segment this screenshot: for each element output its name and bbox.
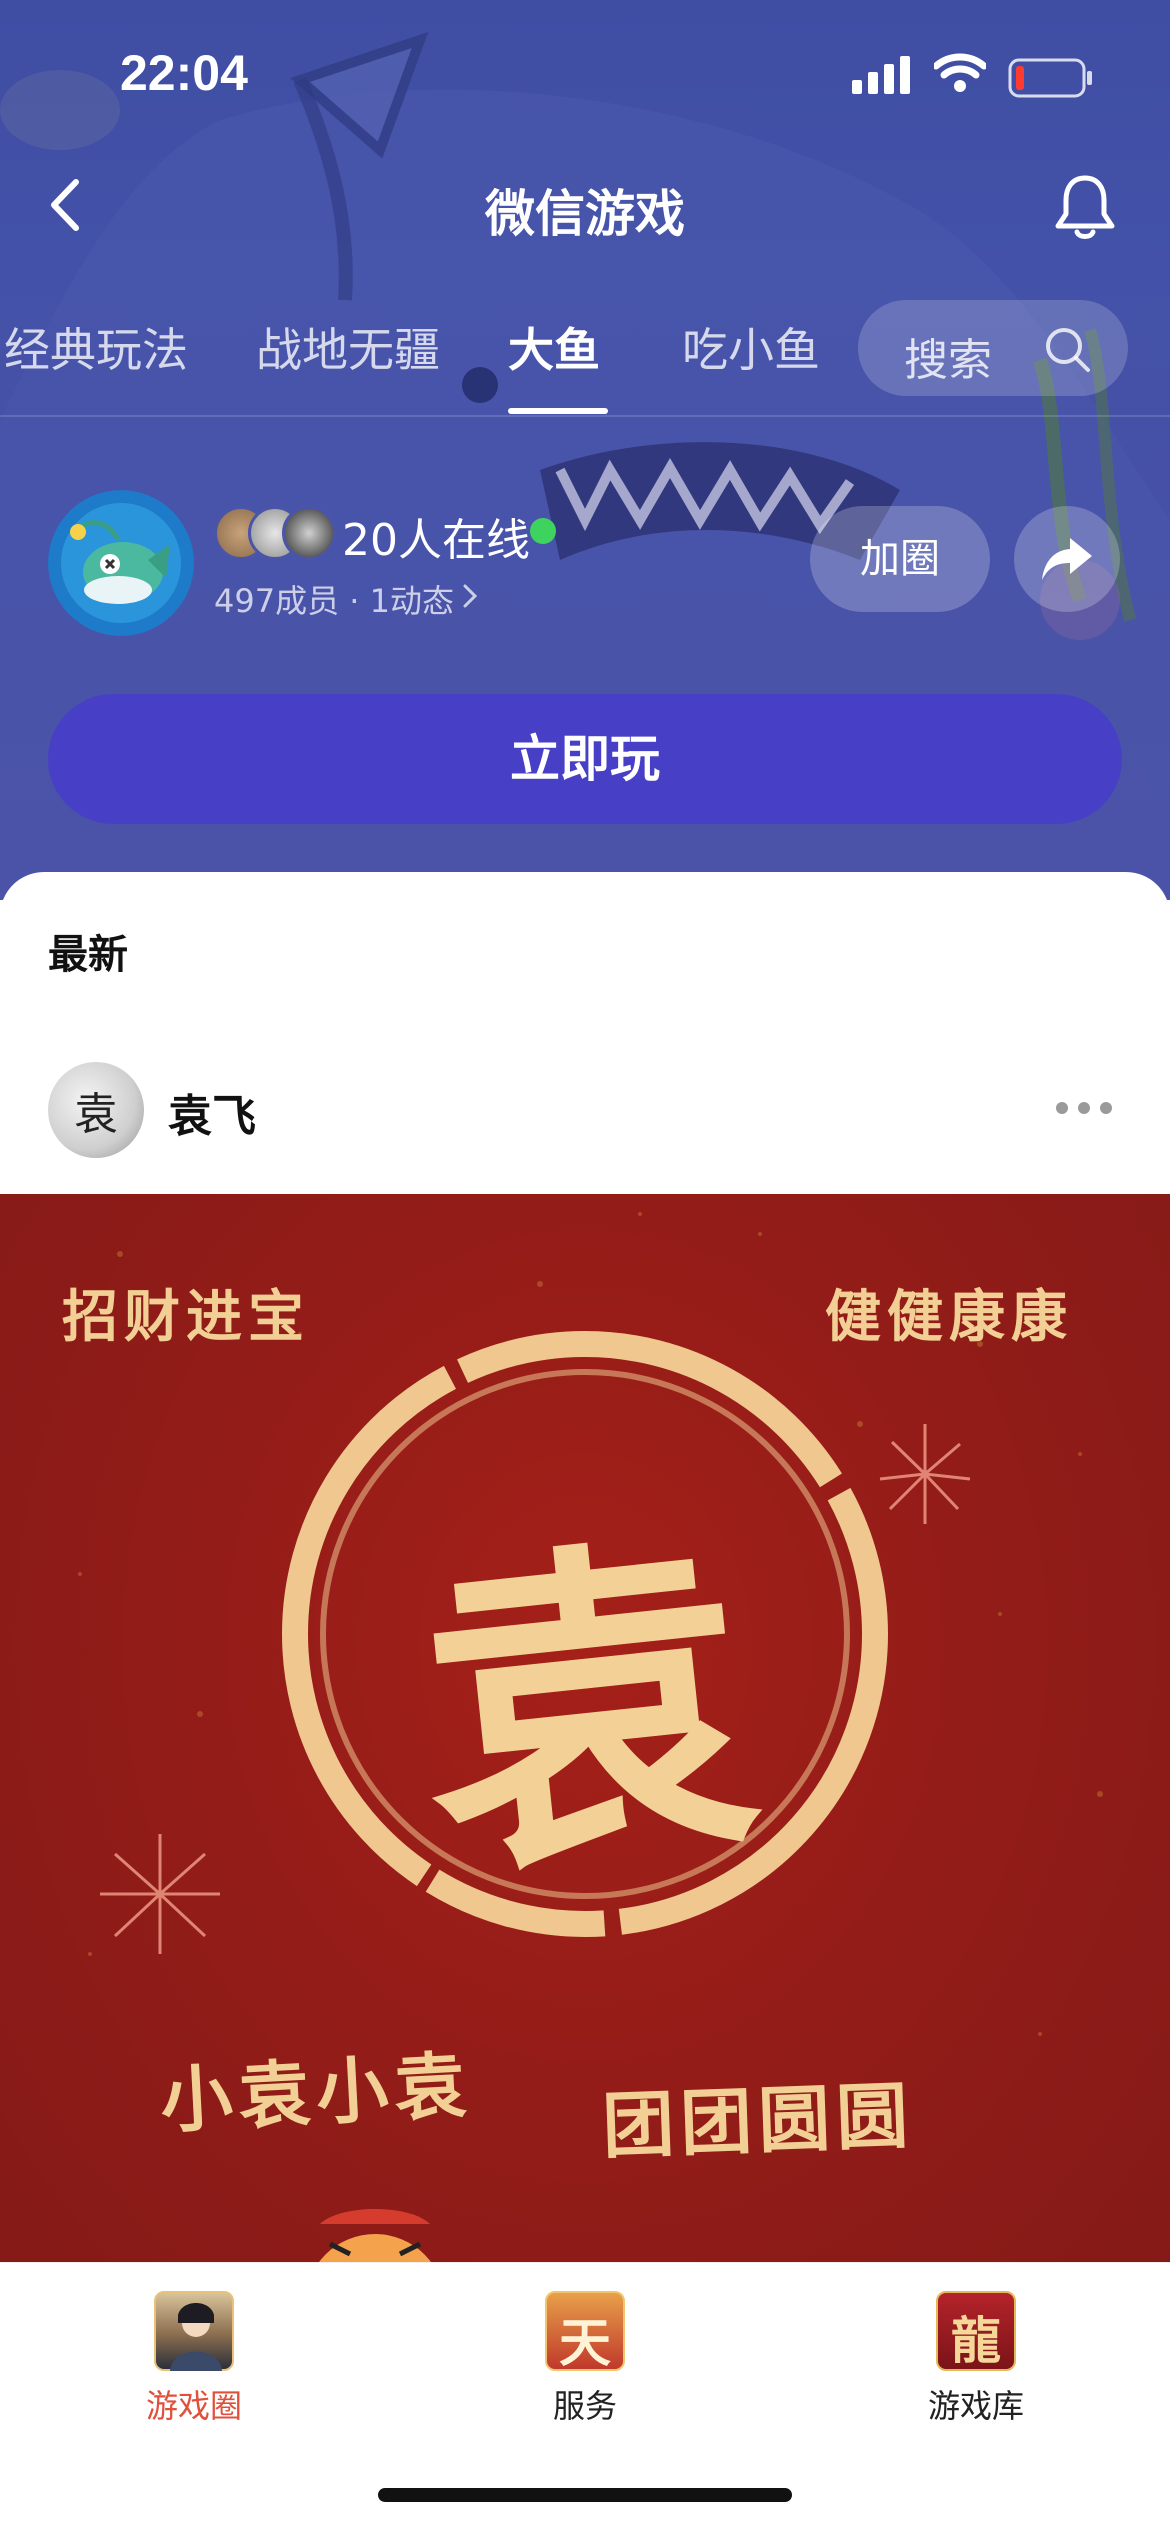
navigation-bar: 微信游戏	[0, 160, 1170, 250]
tab-game-library-label: 游戏库	[927, 2387, 1024, 2425]
member-avatar	[282, 506, 336, 560]
member-count: 497成员	[214, 582, 340, 620]
search-label: 搜索	[904, 335, 992, 386]
wifi-icon	[934, 53, 986, 92]
battery-low-icon	[1008, 58, 1092, 98]
tab-services[interactable]: 天 服务	[485, 2291, 685, 2427]
game-library-icon-char: 龍	[951, 2311, 1001, 2370]
poster-text-top-left: 招财进宝	[62, 1284, 310, 1350]
circle-stats[interactable]: 497成员 · 1动态	[214, 576, 454, 622]
online-count: 20人在线	[342, 515, 530, 566]
meta-separator: ·	[349, 582, 370, 620]
share-button[interactable]	[1014, 506, 1120, 612]
author-avatar-char: 袁	[74, 1089, 118, 1140]
game-library-icon: 龍	[936, 2291, 1016, 2371]
play-now-button[interactable]: 立即玩	[48, 694, 1122, 824]
tab-classic-play[interactable]: 经典玩法	[4, 314, 188, 380]
cellular-signal-icon	[852, 56, 910, 94]
game-circle-header: 22:04 微信游戏 经典玩法 战地无疆 大鱼 吃小鱼 搜索 20人在线 497…	[0, 0, 1170, 900]
post-count: 1动态	[369, 582, 454, 620]
post-author-name[interactable]: 袁飞	[168, 1080, 256, 1144]
search-button[interactable]: 搜索	[858, 300, 1128, 396]
circle-info: 20人在线 497成员 · 1动态 加圈	[0, 480, 1170, 650]
tab-services-label: 服务	[552, 2387, 617, 2425]
fish-game-logo-icon	[48, 490, 194, 636]
join-circle-button[interactable]: 加圈	[810, 506, 990, 612]
more-options-icon[interactable]	[1056, 1102, 1116, 1118]
section-title-latest: 最新	[48, 932, 128, 978]
tab-eat-small-fish[interactable]: 吃小鱼	[682, 314, 820, 380]
post-header: 袁 袁飞	[0, 1062, 1170, 1162]
share-icon	[1042, 538, 1092, 580]
author-avatar[interactable]: 袁	[48, 1062, 144, 1158]
services-icon: 天	[545, 2291, 625, 2374]
circle-avatar[interactable]	[48, 490, 194, 636]
tab-game-circle[interactable]: 游戏圈	[94, 2291, 294, 2427]
home-indicator[interactable]	[378, 2488, 792, 2502]
status-bar: 22:04	[0, 0, 1170, 150]
notification-bell-icon[interactable]	[1052, 172, 1118, 242]
poster-text-top-right: 健健康康	[825, 1284, 1073, 1350]
tab-big-fish[interactable]: 大鱼	[508, 314, 600, 380]
post-image[interactable]: 招财进宝 健健康康 袁 小袁小袁 团团圆圆	[0, 1194, 1170, 2272]
tab-game-library[interactable]: 龍 游戏库	[876, 2291, 1076, 2427]
online-member-avatars	[214, 506, 344, 562]
tab-game-circle-label: 游戏圈	[145, 2387, 242, 2425]
search-icon	[1046, 328, 1090, 372]
tabs-divider	[0, 415, 1170, 417]
game-circle-icon	[154, 2291, 234, 2371]
chevron-right-icon	[463, 584, 478, 608]
category-tabs: 经典玩法 战地无疆 大鱼 吃小鱼 搜索	[0, 300, 1170, 420]
poster-text-bottom-left: 小袁小袁	[158, 2041, 475, 2144]
tab-battlefield[interactable]: 战地无疆	[256, 314, 440, 380]
online-status-dot	[530, 518, 556, 544]
status-time: 22:04	[120, 45, 248, 101]
services-icon-char: 天	[558, 2313, 611, 2374]
active-tab-indicator	[508, 408, 608, 414]
poster-text-bottom-right: 团团圆圆	[600, 2072, 916, 2169]
feed-panel: 最新 袁 袁飞 招财进宝 健健康康 袁 小袁小袁 团团圆圆	[0, 872, 1170, 2272]
page-title: 微信游戏	[485, 185, 685, 243]
poster-center-character: 袁	[403, 1499, 773, 1921]
